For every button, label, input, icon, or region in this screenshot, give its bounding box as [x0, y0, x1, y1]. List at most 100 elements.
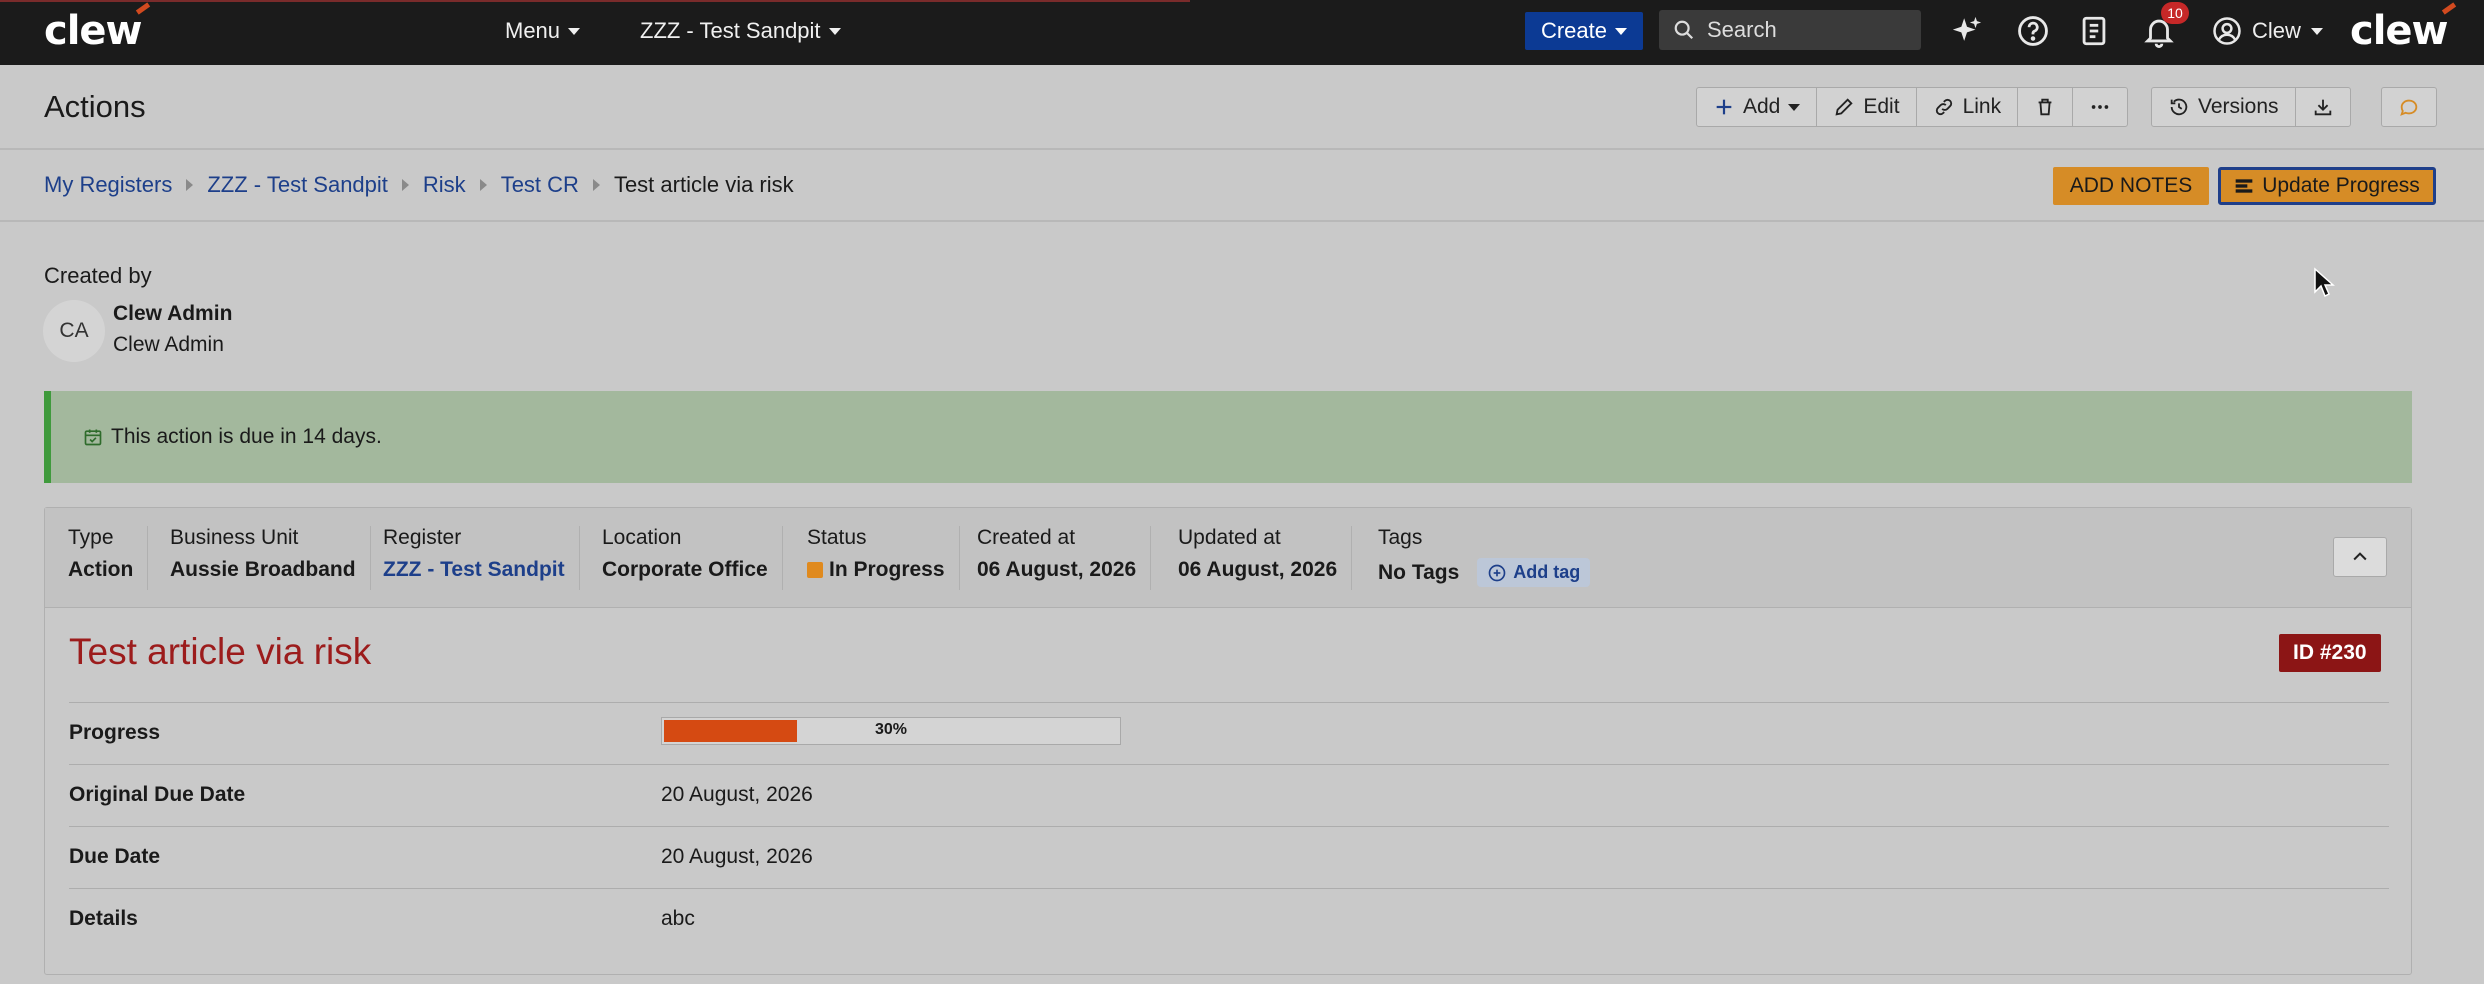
ai-sparkle-icon[interactable] [1950, 14, 1984, 48]
meta-updated-at-value: 06 August, 2026 [1178, 558, 1338, 581]
meta-location-value: Corporate Office [602, 558, 768, 581]
status-indicator [807, 562, 823, 578]
chevron-right-icon [186, 179, 194, 191]
create-label: Create [1540, 18, 1608, 43]
menu-label: Menu [505, 18, 561, 43]
create-button[interactable]: Create [1525, 12, 1643, 50]
edit-label: Edit [1863, 95, 1900, 118]
more-options-button[interactable] [2073, 88, 2127, 126]
chevron-down-icon [1788, 103, 1801, 111]
original-due-date-value: 20 August, 2026 [661, 783, 813, 806]
meta-tags: Tags No Tags Add tag [1378, 526, 1604, 590]
meta-tags-value: No Tags Add tag [1378, 558, 1591, 587]
comments-button[interactable] [2382, 88, 2436, 126]
meta-created-at: Created at 06 August, 2026 [977, 526, 1152, 590]
chevron-right-icon [401, 179, 409, 191]
meta-register: Register ZZZ - Test Sandpit [383, 526, 580, 590]
no-tags-text: No Tags [1378, 560, 1460, 584]
chevron-right-icon [592, 179, 600, 191]
calendar-check-icon [84, 429, 102, 446]
edit-button[interactable]: Edit [1817, 88, 1917, 126]
top-navigation-bar: clew Menu ZZZ - Test Sandpit Create Sear… [0, 0, 2484, 65]
meta-type: Type Action [68, 526, 149, 590]
breadcrumb-workspace[interactable]: ZZZ - Test Sandpit [207, 172, 388, 198]
notification-count-badge: 10 [2161, 2, 2189, 24]
logo-accent [135, 2, 151, 15]
meta-updated-at-label: Updated at [1178, 526, 1281, 549]
record-title: Test article via risk [69, 631, 372, 672]
search-input[interactable]: Search [1659, 10, 1921, 50]
ellipsis-icon [2091, 105, 2109, 109]
logo-text: clew [44, 8, 143, 54]
record-id-badge: ID #230 [2279, 634, 2381, 672]
details-value: abc [661, 907, 695, 930]
meta-location: Location Corporate Office [602, 526, 783, 590]
menu-dropdown[interactable]: Menu [505, 18, 581, 44]
add-button[interactable]: Add [1697, 88, 1818, 126]
breadcrumb-risk[interactable]: Risk [423, 172, 466, 198]
add-label: Add [1743, 95, 1781, 118]
workspace-dropdown[interactable]: ZZZ - Test Sandpit [640, 18, 841, 44]
plus-circle-icon [1488, 564, 1506, 581]
update-progress-label: Update Progress [2262, 174, 2420, 197]
user-circle-icon [2213, 17, 2241, 45]
versions-button[interactable]: Versions [2152, 88, 2296, 126]
update-progress-button[interactable]: Update Progress [2218, 167, 2436, 205]
progress-bars-icon [2235, 179, 2253, 193]
user-label: Clew [2252, 18, 2301, 43]
creator-subtitle: Clew Admin [113, 333, 224, 356]
field-row-due-date: Due Date 20 August, 2026 [69, 826, 2389, 888]
search-icon [1674, 20, 1694, 40]
meta-created-at-value: 06 August, 2026 [977, 558, 1137, 581]
meta-type-value: Action [68, 558, 134, 581]
meta-created-at-label: Created at [977, 526, 1076, 549]
original-due-date-label: Original Due Date [69, 783, 246, 806]
meta-updated-at: Updated at 06 August, 2026 [1178, 526, 1353, 590]
record-actions-group: Add Edit Link [1696, 87, 2129, 127]
breadcrumb-bar: My Registers ZZZ - Test Sandpit Risk Tes… [0, 150, 2484, 222]
field-row-progress: Progress 30% [69, 702, 2389, 764]
meta-status-label: Status [807, 526, 867, 549]
download-icon [2314, 99, 2331, 116]
download-button[interactable] [2296, 88, 2350, 126]
meta-register-link[interactable]: ZZZ - Test Sandpit [383, 558, 565, 582]
mouse-cursor-icon [2314, 267, 2335, 298]
help-icon[interactable] [2016, 14, 2050, 48]
meta-business-unit: Business Unit Aussie Broadband [170, 526, 371, 590]
breadcrumb-current: Test article via risk [613, 172, 794, 197]
meta-business-unit-label: Business Unit [170, 526, 299, 549]
link-button[interactable]: Link [1917, 88, 2019, 126]
history-icon [2170, 98, 2188, 116]
chevron-right-icon [479, 179, 487, 191]
progress-text: 30% [874, 721, 908, 738]
search-placeholder: Search [1707, 17, 1777, 42]
delete-button[interactable] [2018, 88, 2074, 126]
breadcrumb-test-cr[interactable]: Test CR [501, 172, 579, 198]
progress-label: Progress [69, 721, 161, 744]
due-date-alert: This action is due in 14 days. [44, 391, 2412, 483]
meta-status-value: In Progress [807, 558, 945, 582]
creator-name: Clew Admin [113, 302, 233, 325]
clew-logo[interactable]: clew [44, 2, 151, 54]
user-menu-dropdown[interactable]: Clew [2212, 16, 2323, 46]
notebook-icon[interactable] [2077, 14, 2111, 48]
meta-register-label: Register [383, 526, 462, 549]
breadcrumb-my-registers[interactable]: My Registers [44, 172, 172, 198]
field-row-details: Details abc [69, 888, 2389, 950]
pencil-icon [1835, 98, 1854, 116]
meta-status: Status In Progress [807, 526, 960, 590]
clew-logo-right: clew [2350, 2, 2457, 54]
page-toolbar: Actions Add Edit Link Versions [0, 65, 2484, 150]
add-tag-button[interactable]: Add tag [1477, 558, 1591, 587]
avatar: CA [43, 300, 105, 362]
history-actions-group: Versions [2151, 87, 2351, 127]
collapse-button[interactable] [2333, 537, 2387, 577]
alert-text: This action is due in 14 days. [111, 425, 382, 448]
link-icon [1935, 98, 1952, 116]
workspace-label: ZZZ - Test Sandpit [640, 18, 821, 43]
add-notes-button[interactable]: ADD NOTES [2053, 167, 2209, 205]
comment-icon [2400, 99, 2418, 116]
page-loading-bar [0, 0, 1190, 2]
action-detail-card: Type Action Business Unit Aussie Broadba… [44, 507, 2412, 975]
plus-icon [1716, 99, 1732, 115]
